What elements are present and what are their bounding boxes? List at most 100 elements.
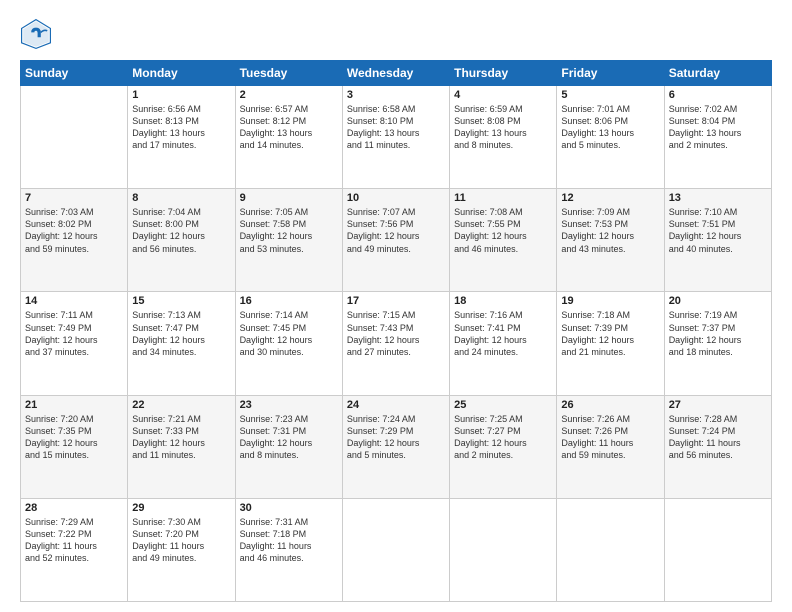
calendar-cell-0-5: 5 Sunrise: 7:01 AM Sunset: 8:06 PM Daylig… xyxy=(557,86,664,189)
cell-info: Sunrise: 7:28 AM Sunset: 7:24 PM Dayligh… xyxy=(669,413,767,462)
calendar-cell-2-5: 19 Sunrise: 7:18 AM Sunset: 7:39 PM Dayli… xyxy=(557,292,664,395)
cell-info: Sunrise: 7:26 AM Sunset: 7:26 PM Dayligh… xyxy=(561,413,659,462)
calendar-cell-3-5: 26 Sunrise: 7:26 AM Sunset: 7:26 PM Dayli… xyxy=(557,395,664,498)
calendar-cell-1-6: 13 Sunrise: 7:10 AM Sunset: 7:51 PM Dayli… xyxy=(664,189,771,292)
cell-info: Sunrise: 6:59 AM Sunset: 8:08 PM Dayligh… xyxy=(454,103,552,152)
calendar-row-2: 14Sunrise: 7:11 AM Sunset: 7:49 PM Dayli… xyxy=(21,292,772,395)
calendar-cell-0-0 xyxy=(21,86,128,189)
cell-info: Sunrise: 6:56 AM Sunset: 8:13 PM Dayligh… xyxy=(132,103,230,152)
weekday-tuesday: Tuesday xyxy=(235,61,342,86)
day-number: 21 xyxy=(25,399,123,411)
cell-info: Sunrise: 7:07 AM Sunset: 7:56 PM Dayligh… xyxy=(347,206,445,255)
cell-info: Sunrise: 7:08 AM Sunset: 7:55 PM Dayligh… xyxy=(454,206,552,255)
calendar-cell-0-4: 4 Sunrise: 6:59 AM Sunset: 8:08 PM Daylig… xyxy=(450,86,557,189)
cell-info: Sunrise: 7:24 AM Sunset: 7:29 PM Dayligh… xyxy=(347,413,445,462)
cell-info: Sunrise: 7:04 AM Sunset: 8:00 PM Dayligh… xyxy=(132,206,230,255)
calendar-cell-2-2: 16Sunrise: 7:14 AM Sunset: 7:45 PM Dayli… xyxy=(235,292,342,395)
calendar-cell-4-5 xyxy=(557,498,664,601)
calendar-cell-0-3: 3 Sunrise: 6:58 AM Sunset: 8:10 PM Daylig… xyxy=(342,86,449,189)
calendar-cell-4-3 xyxy=(342,498,449,601)
day-number: 2 xyxy=(240,89,338,101)
calendar-table: SundayMondayTuesdayWednesdayThursdayFrid… xyxy=(20,60,772,602)
day-number: 30 xyxy=(240,502,338,514)
day-number: 7 xyxy=(25,192,123,204)
calendar-cell-3-3: 24 Sunrise: 7:24 AM Sunset: 7:29 PM Dayli… xyxy=(342,395,449,498)
cell-info: Sunrise: 6:58 AM Sunset: 8:10 PM Dayligh… xyxy=(347,103,445,152)
cell-info: Sunrise: 7:21 AM Sunset: 7:33 PM Dayligh… xyxy=(132,413,230,462)
page: SundayMondayTuesdayWednesdayThursdayFrid… xyxy=(0,0,792,612)
calendar-cell-1-3: 10 Sunrise: 7:07 AM Sunset: 7:56 PM Dayli… xyxy=(342,189,449,292)
day-number: 16 xyxy=(240,295,338,307)
day-number: 19 xyxy=(561,295,659,307)
day-number: 3 xyxy=(347,89,445,101)
calendar-cell-3-0: 21Sunrise: 7:20 AM Sunset: 7:35 PM Dayli… xyxy=(21,395,128,498)
weekday-friday: Friday xyxy=(557,61,664,86)
logo xyxy=(20,18,56,50)
day-number: 9 xyxy=(240,192,338,204)
weekday-monday: Monday xyxy=(128,61,235,86)
calendar-cell-2-3: 17Sunrise: 7:15 AM Sunset: 7:43 PM Dayli… xyxy=(342,292,449,395)
day-number: 1 xyxy=(132,89,230,101)
calendar-cell-3-2: 23 Sunrise: 7:23 AM Sunset: 7:31 PM Dayli… xyxy=(235,395,342,498)
cell-info: Sunrise: 7:19 AM Sunset: 7:37 PM Dayligh… xyxy=(669,309,767,358)
weekday-saturday: Saturday xyxy=(664,61,771,86)
cell-info: Sunrise: 7:09 AM Sunset: 7:53 PM Dayligh… xyxy=(561,206,659,255)
calendar-cell-0-2: 2 Sunrise: 6:57 AM Sunset: 8:12 PM Daylig… xyxy=(235,86,342,189)
calendar-cell-2-0: 14Sunrise: 7:11 AM Sunset: 7:49 PM Dayli… xyxy=(21,292,128,395)
day-number: 6 xyxy=(669,89,767,101)
calendar-cell-0-6: 6 Sunrise: 7:02 AM Sunset: 8:04 PM Daylig… xyxy=(664,86,771,189)
day-number: 25 xyxy=(454,399,552,411)
calendar-cell-1-2: 9 Sunrise: 7:05 AM Sunset: 7:58 PM Daylig… xyxy=(235,189,342,292)
cell-info: Sunrise: 7:13 AM Sunset: 7:47 PM Dayligh… xyxy=(132,309,230,358)
day-number: 10 xyxy=(347,192,445,204)
day-number: 27 xyxy=(669,399,767,411)
cell-info: Sunrise: 7:01 AM Sunset: 8:06 PM Dayligh… xyxy=(561,103,659,152)
calendar-cell-4-4 xyxy=(450,498,557,601)
cell-info: Sunrise: 7:02 AM Sunset: 8:04 PM Dayligh… xyxy=(669,103,767,152)
calendar-cell-4-1: 29 Sunrise: 7:30 AM Sunset: 7:20 PM Dayli… xyxy=(128,498,235,601)
cell-info: Sunrise: 7:10 AM Sunset: 7:51 PM Dayligh… xyxy=(669,206,767,255)
day-number: 4 xyxy=(454,89,552,101)
cell-info: Sunrise: 7:23 AM Sunset: 7:31 PM Dayligh… xyxy=(240,413,338,462)
calendar-row-3: 21Sunrise: 7:20 AM Sunset: 7:35 PM Dayli… xyxy=(21,395,772,498)
calendar-cell-1-5: 12 Sunrise: 7:09 AM Sunset: 7:53 PM Dayli… xyxy=(557,189,664,292)
day-number: 20 xyxy=(669,295,767,307)
cell-info: Sunrise: 7:03 AM Sunset: 8:02 PM Dayligh… xyxy=(25,206,123,255)
calendar-cell-3-1: 22 Sunrise: 7:21 AM Sunset: 7:33 PM Dayli… xyxy=(128,395,235,498)
calendar-cell-4-6 xyxy=(664,498,771,601)
day-number: 28 xyxy=(25,502,123,514)
day-number: 15 xyxy=(132,295,230,307)
calendar-cell-1-0: 7 Sunrise: 7:03 AM Sunset: 8:02 PM Daylig… xyxy=(21,189,128,292)
day-number: 11 xyxy=(454,192,552,204)
calendar-cell-2-1: 15 Sunrise: 7:13 AM Sunset: 7:47 PM Dayli… xyxy=(128,292,235,395)
weekday-sunday: Sunday xyxy=(21,61,128,86)
cell-info: Sunrise: 7:18 AM Sunset: 7:39 PM Dayligh… xyxy=(561,309,659,358)
day-number: 24 xyxy=(347,399,445,411)
calendar-row-4: 28 Sunrise: 7:29 AM Sunset: 7:22 PM Dayli… xyxy=(21,498,772,601)
day-number: 26 xyxy=(561,399,659,411)
calendar-cell-1-4: 11 Sunrise: 7:08 AM Sunset: 7:55 PM Dayli… xyxy=(450,189,557,292)
day-number: 18 xyxy=(454,295,552,307)
day-number: 22 xyxy=(132,399,230,411)
calendar-cell-1-1: 8Sunrise: 7:04 AM Sunset: 8:00 PM Daylig… xyxy=(128,189,235,292)
calendar-cell-3-6: 27 Sunrise: 7:28 AM Sunset: 7:24 PM Dayli… xyxy=(664,395,771,498)
weekday-thursday: Thursday xyxy=(450,61,557,86)
header xyxy=(20,18,772,50)
cell-info: Sunrise: 7:05 AM Sunset: 7:58 PM Dayligh… xyxy=(240,206,338,255)
day-number: 29 xyxy=(132,502,230,514)
cell-info: Sunrise: 6:57 AM Sunset: 8:12 PM Dayligh… xyxy=(240,103,338,152)
day-number: 12 xyxy=(561,192,659,204)
cell-info: Sunrise: 7:15 AM Sunset: 7:43 PM Dayligh… xyxy=(347,309,445,358)
cell-info: Sunrise: 7:30 AM Sunset: 7:20 PM Dayligh… xyxy=(132,516,230,565)
weekday-wednesday: Wednesday xyxy=(342,61,449,86)
cell-info: Sunrise: 7:31 AM Sunset: 7:18 PM Dayligh… xyxy=(240,516,338,565)
cell-info: Sunrise: 7:29 AM Sunset: 7:22 PM Dayligh… xyxy=(25,516,123,565)
calendar-cell-2-6: 20 Sunrise: 7:19 AM Sunset: 7:37 PM Dayli… xyxy=(664,292,771,395)
day-number: 14 xyxy=(25,295,123,307)
cell-info: Sunrise: 7:16 AM Sunset: 7:41 PM Dayligh… xyxy=(454,309,552,358)
day-number: 13 xyxy=(669,192,767,204)
calendar-cell-4-0: 28 Sunrise: 7:29 AM Sunset: 7:22 PM Dayli… xyxy=(21,498,128,601)
day-number: 23 xyxy=(240,399,338,411)
day-number: 5 xyxy=(561,89,659,101)
cell-info: Sunrise: 7:25 AM Sunset: 7:27 PM Dayligh… xyxy=(454,413,552,462)
